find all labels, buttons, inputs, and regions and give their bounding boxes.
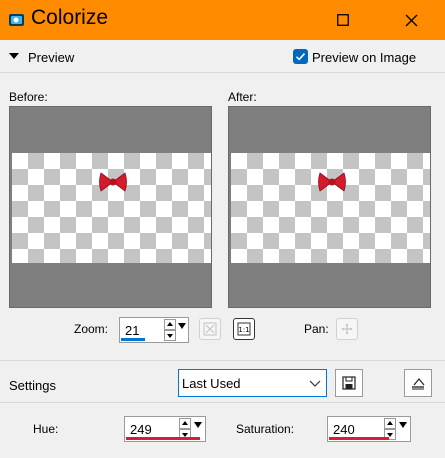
saturation-dropdown-icon[interactable] — [399, 422, 407, 428]
hue-value[interactable]: 249 — [130, 422, 152, 437]
saturation-value[interactable]: 240 — [333, 422, 355, 437]
settings-preset-value[interactable]: Last Used — [182, 376, 241, 391]
collapse-caret-icon[interactable] — [9, 53, 19, 59]
zoom-spin-arrows[interactable] — [164, 319, 176, 341]
preview-on-image-label[interactable]: Preview on Image — [312, 50, 416, 65]
zoom-to-fit-button[interactable] — [199, 318, 221, 340]
before-label: Before: — [9, 90, 48, 104]
save-icon — [342, 376, 356, 390]
preview-section-label: Preview — [28, 50, 75, 65]
reset-icon — [412, 378, 425, 390]
reset-defaults-button[interactable] — [404, 369, 432, 397]
settings-label: Settings — [9, 378, 56, 393]
pan-move-icon — [341, 323, 353, 335]
preview-on-image-checkbox[interactable] — [293, 49, 308, 64]
settings-preset-dropdown[interactable]: Last Used — [178, 369, 327, 397]
fit-window-icon — [203, 322, 217, 336]
zoom-actual-size-button[interactable]: 1:1 — [233, 318, 255, 340]
pan-button[interactable] — [336, 318, 358, 340]
hue-stepper[interactable]: 249 — [124, 416, 206, 442]
hue-dropdown-icon[interactable] — [194, 422, 202, 428]
zoom-label: Zoom: — [74, 322, 109, 336]
hue-label: Hue: — [33, 422, 59, 436]
section-divider — [0, 72, 445, 73]
saturation-stepper[interactable]: 240 — [327, 416, 411, 442]
after-label: After: — [228, 90, 257, 104]
zoom-stepper[interactable]: 21 — [119, 317, 189, 343]
zoom-down-arrow-icon[interactable] — [164, 330, 176, 341]
zoom-level-bar — [121, 338, 145, 341]
saturation-label: Saturation: — [236, 422, 295, 436]
svg-text:1:1: 1:1 — [238, 326, 249, 334]
bow-image — [99, 172, 127, 192]
after-preview[interactable] — [228, 106, 431, 308]
save-preset-button[interactable] — [335, 369, 363, 397]
window-title: Colorize — [31, 6, 109, 29]
chevron-down-icon[interactable] — [309, 377, 321, 389]
close-button[interactable] — [388, 0, 434, 40]
close-icon — [405, 14, 417, 26]
transparency-checkerboard — [231, 153, 430, 263]
saturation-color-bar — [329, 437, 389, 440]
bow-image — [318, 172, 346, 192]
section-divider — [0, 360, 445, 361]
checkmark-icon — [295, 53, 306, 61]
hue-up-arrow-icon[interactable] — [179, 418, 191, 429]
zoom-up-arrow-icon[interactable] — [164, 319, 176, 330]
maximize-button[interactable] — [320, 0, 366, 40]
title-bar: Colorize — [0, 0, 445, 40]
zoom-value[interactable]: 21 — [125, 323, 139, 338]
section-divider — [0, 402, 445, 403]
before-preview[interactable] — [9, 106, 212, 308]
hue-color-bar — [126, 437, 200, 440]
pan-label: Pan: — [304, 322, 329, 336]
saturation-up-arrow-icon[interactable] — [384, 418, 396, 429]
transparency-checkerboard — [12, 153, 211, 263]
zoom-dropdown-icon[interactable] — [178, 323, 186, 329]
maximize-icon — [337, 14, 349, 26]
actual-size-icon: 1:1 — [237, 322, 251, 336]
app-icon — [9, 14, 24, 26]
